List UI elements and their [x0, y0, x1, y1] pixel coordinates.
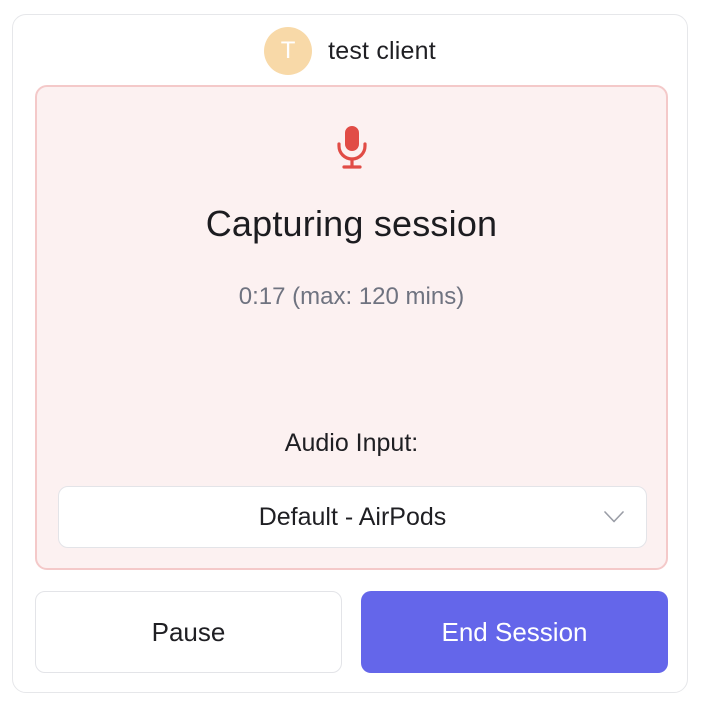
session-card: T test client Capturing session 0:17 (ma… — [12, 14, 688, 693]
client-header: T test client — [13, 27, 687, 75]
pause-button[interactable]: Pause — [35, 591, 342, 673]
capture-panel: Capturing session 0:17 (max: 120 mins) A… — [35, 85, 668, 570]
audio-input-label: Audio Input: — [284, 429, 419, 457]
chevron-down-icon — [604, 511, 624, 523]
end-session-button[interactable]: End Session — [361, 591, 668, 673]
capture-title: Capturing session — [205, 203, 498, 244]
microphone-icon — [336, 126, 367, 169]
session-timer: 0:17 (max: 120 mins) — [238, 283, 465, 310]
avatar-initial: T — [280, 37, 296, 64]
client-name: test client — [328, 36, 436, 65]
audio-input-select[interactable]: Default - AirPods — [58, 486, 647, 548]
audio-input-selected-value: Default - AirPods — [258, 502, 447, 531]
avatar: T — [264, 27, 313, 75]
